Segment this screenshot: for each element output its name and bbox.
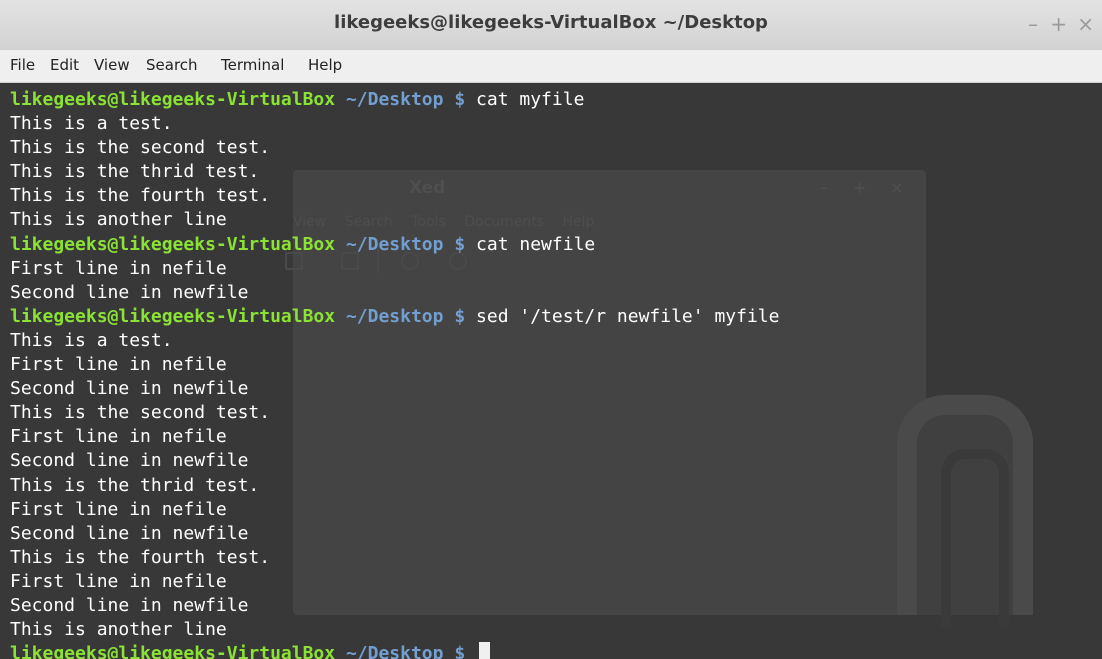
prompt-user-host: likegeeks@likegeeks-VirtualBox <box>10 643 336 659</box>
command-text: cat newfile <box>476 233 596 255</box>
background-maximize-icon: + <box>853 178 867 197</box>
command-text: cat myfile <box>476 89 585 110</box>
output-line: First line in nefile <box>10 257 227 279</box>
prompt-path: ~/Desktop <box>345 643 444 659</box>
title-bar[interactable]: likegeeks@likegeeks-VirtualBox ~/Desktop… <box>0 0 1102 50</box>
output-line: Second line in newfile <box>10 378 249 400</box>
output-line: First line in nefile <box>10 498 227 520</box>
window-title: likegeeks@likegeeks-VirtualBox ~/Desktop <box>334 12 768 33</box>
prompt-path: ~/Desktop <box>345 89 444 110</box>
output-line: This is a test. <box>10 113 173 135</box>
prompt-user-host: likegeeks@likegeeks-VirtualBox <box>10 89 336 110</box>
terminal-output: likegeeks@likegeeks-VirtualBox ~/Desktop… <box>10 88 779 659</box>
prompt-user-host: likegeeks@likegeeks-VirtualBox <box>10 305 336 327</box>
command-text: sed '/test/r newfile' myfile <box>476 305 780 327</box>
menu-bar: File Edit View Search Terminal Help <box>0 50 1102 83</box>
prompt-line: likegeeks@likegeeks-VirtualBox ~/Desktop… <box>10 233 779 257</box>
output-line: This is the fourth test. <box>10 546 271 568</box>
output-line: Second line in newfile <box>10 522 249 544</box>
prompt-path: ~/Desktop <box>345 233 444 255</box>
menu-help[interactable]: Help <box>308 56 342 74</box>
background-close-icon: × <box>890 178 904 197</box>
output-line: Second line in newfile <box>10 450 249 472</box>
output-line: Second line in newfile <box>10 281 249 303</box>
text-cursor <box>479 642 491 659</box>
background-mint-logo-icon <box>897 395 1033 629</box>
output-line: This is the thrid test. <box>10 474 260 496</box>
output-line: First line in nefile <box>10 426 227 448</box>
output-line: This is the second test. <box>10 402 271 424</box>
output-line: This is the thrid test. <box>10 161 260 183</box>
prompt-symbol: $ <box>454 233 466 255</box>
menu-edit[interactable]: Edit <box>50 56 79 74</box>
terminal-window: likegeeks@likegeeks-VirtualBox ~/Desktop… <box>0 0 1102 659</box>
minimize-button[interactable]: – <box>1028 12 1038 36</box>
prompt-line: likegeeks@likegeeks-VirtualBox ~/Desktop… <box>10 305 779 329</box>
output-line: First line in nefile <box>10 354 227 376</box>
prompt-symbol: $ <box>454 305 466 327</box>
prompt-line: likegeeks@likegeeks-VirtualBox ~/Desktop… <box>10 642 779 659</box>
prompt-path: ~/Desktop <box>345 305 444 327</box>
output-line: This is another line <box>10 619 227 641</box>
prompt-symbol: $ <box>454 89 466 110</box>
output-line: First line in nefile <box>10 570 227 592</box>
background-mint-logo-inner <box>941 449 1009 629</box>
menu-search[interactable]: Search <box>146 56 198 74</box>
maximize-button[interactable]: + <box>1050 12 1067 36</box>
prompt-line: likegeeks@likegeeks-VirtualBox ~/Desktop… <box>10 88 779 112</box>
output-line: This is a test. <box>10 329 173 351</box>
terminal-area[interactable]: Xed – + × View Search Tools Documents He… <box>0 83 1102 659</box>
output-line: This is another line <box>10 209 227 231</box>
output-line: Second line in newfile <box>10 594 249 616</box>
prompt-symbol: $ <box>454 643 466 659</box>
output-line: This is the second test. <box>10 137 271 159</box>
menu-file[interactable]: File <box>10 56 35 74</box>
prompt-user-host: likegeeks@likegeeks-VirtualBox <box>10 233 336 255</box>
menu-terminal[interactable]: Terminal <box>221 56 284 74</box>
output-line: This is the fourth test. <box>10 185 271 207</box>
background-minimize-icon: – <box>820 178 828 197</box>
close-button[interactable]: × <box>1077 12 1094 36</box>
menu-view[interactable]: View <box>94 56 130 74</box>
